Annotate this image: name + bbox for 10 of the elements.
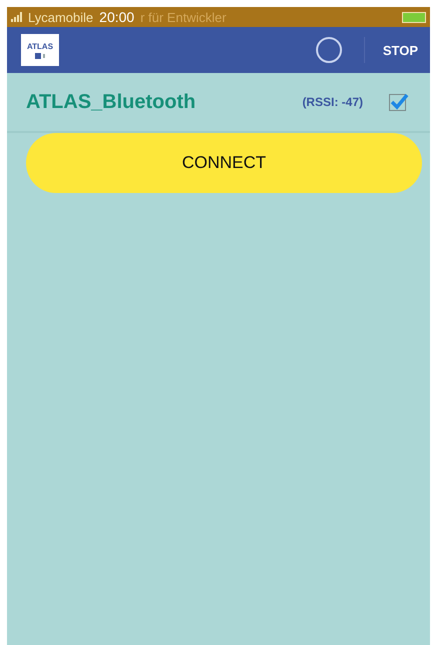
connect-button[interactable]: CONNECT [26,133,422,193]
notification-text: r für Entwickler [140,10,228,24]
battery-icon [402,12,426,22]
checkbox[interactable] [389,94,406,110]
rssi-reading: (RSSI: -47) [302,95,363,109]
stop-button[interactable]: STOP [378,38,422,62]
app-logo: ATLAS [21,34,59,66]
carrier-name: Lycamobile [28,10,94,24]
clock: 20:00 [99,9,134,25]
signal-icon [11,12,22,22]
